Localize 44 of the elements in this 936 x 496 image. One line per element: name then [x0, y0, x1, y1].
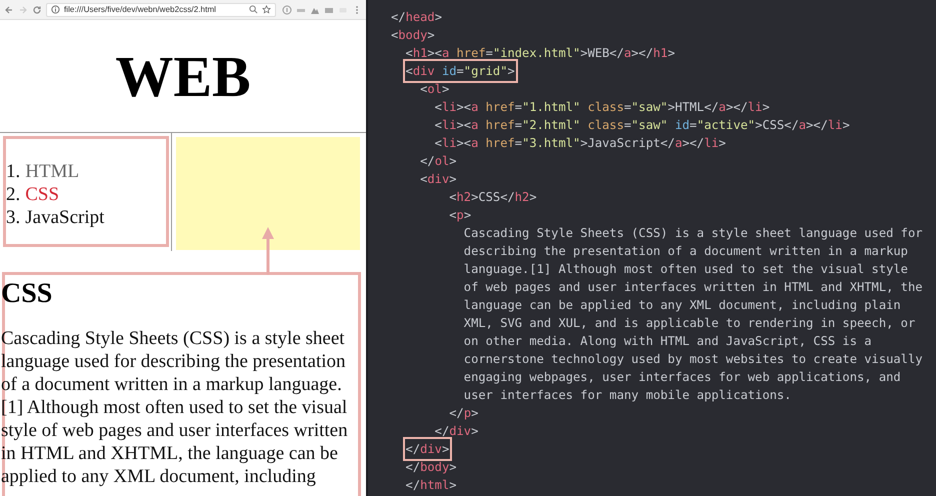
- code-line: <h2>CSS</h2>: [448, 189, 537, 206]
- code-line: <div>: [419, 171, 457, 188]
- list-number: 1.: [6, 160, 20, 183]
- code-line: </body>: [404, 459, 457, 476]
- code-line: user interfaces for many mobile applications.: [462, 387, 792, 404]
- zoom-icon[interactable]: [249, 5, 258, 14]
- code-line: <li><a href="1.html" class="saw">HTML</a></li>: [434, 99, 770, 116]
- list-number: 2.: [6, 183, 20, 206]
- code-line: Cascading Style Sheets (CSS) is a style sheet language used for: [462, 225, 923, 242]
- reload-icon[interactable]: [32, 4, 42, 14]
- code-line: <p>: [448, 207, 472, 224]
- star-icon[interactable]: [262, 5, 271, 14]
- code-line: on other media. Along with HTML and JavaScript, CSS is a: [462, 333, 872, 350]
- code-line: </html>: [404, 477, 457, 494]
- extension-icon[interactable]: [282, 4, 292, 14]
- back-icon[interactable]: [4, 4, 14, 14]
- info-icon: [51, 5, 60, 14]
- code-line: <body>: [391, 27, 435, 44]
- code-line: <li><a href="2.html" class="saw" id="active">CSS</a></li>: [434, 117, 850, 134]
- nav-link[interactable]: JavaScript: [25, 206, 104, 229]
- nav-link[interactable]: HTML: [25, 160, 80, 183]
- code-line: <li><a href="3.html">JavaScript</a></li>: [434, 135, 726, 152]
- code-line: </ol>: [419, 153, 457, 170]
- list-number: 3.: [6, 206, 20, 229]
- code-line: language can be applied to any XML document, including plain: [462, 297, 901, 314]
- code-line: </head>: [391, 9, 442, 26]
- article-paragraph: Cascading Style Sheets (CSS) is a style sheet language used for describing the presentation of a document written in a markup language. [1] Although most often used to set the visual style of web pages and user interfaces written in HTML and XHTML, the language can be applied to any XML document, including: [1, 327, 349, 488]
- address-bar[interactable]: file:///Users/five/dev/webn/web2css/2.html: [46, 2, 276, 16]
- article-heading: CSS: [1, 278, 54, 310]
- page-heading[interactable]: WEB: [115, 42, 251, 110]
- code-line: <div id="grid">: [406, 62, 515, 80]
- code-line: <h1><a href="index.html">WEB</a></h1>: [404, 45, 675, 62]
- code-line: of web pages and user interfaces written in HTML and XHTML, the: [462, 279, 923, 296]
- forward-icon[interactable]: [18, 4, 28, 14]
- code-line: cornerstone technology used by most websites to create visually: [462, 351, 923, 368]
- code-line: </div>: [434, 423, 478, 440]
- code-line: language.[1] Although most often used to set the visual style: [462, 261, 908, 278]
- code-line: XML, SVG and XUL, and is applicable to rendering in speech, or: [462, 315, 916, 332]
- code-line: engaging webpages, user interfaces for web applications, and: [462, 369, 901, 386]
- code-line: </p>: [448, 405, 478, 422]
- code-line: </div>: [406, 440, 450, 458]
- code-line: describing the presentation of a document written in a markup: [462, 243, 908, 260]
- code-line: <ol>: [419, 81, 450, 98]
- nav-link[interactable]: CSS: [25, 183, 60, 206]
